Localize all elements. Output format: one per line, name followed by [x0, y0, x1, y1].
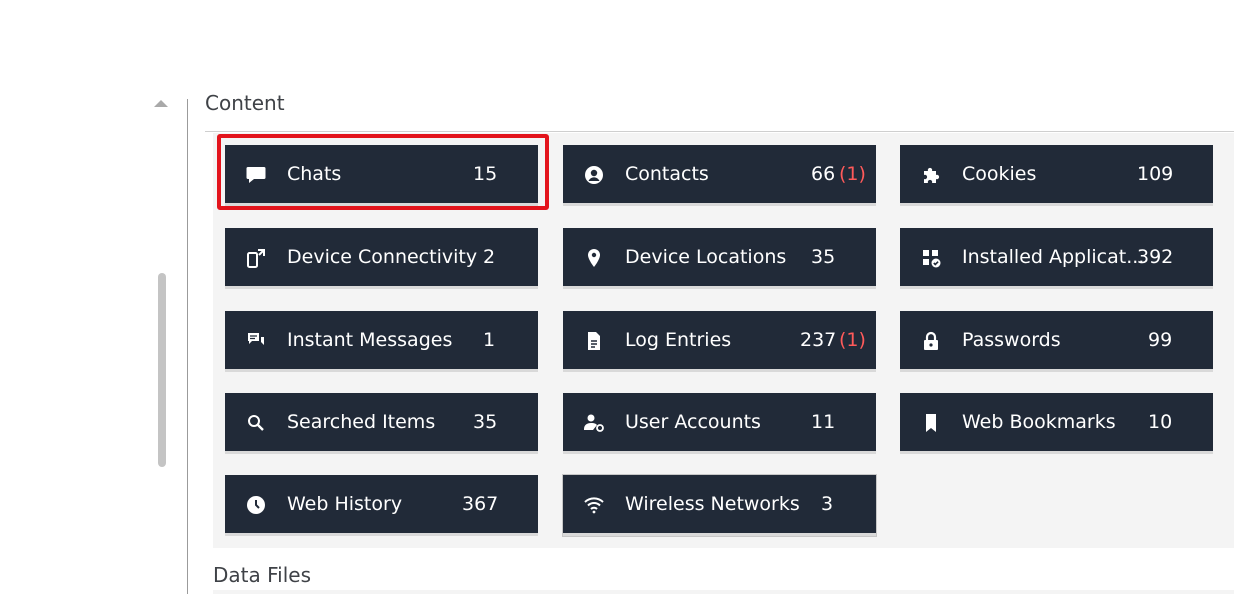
tile-wireless-networks[interactable]: Wireless Networks 3 [562, 474, 877, 537]
tile-web-history[interactable]: Web History 367 [225, 475, 538, 536]
tile-device-locations[interactable]: Device Locations 35 [563, 228, 876, 289]
tile-label: Device Connectivity [287, 246, 478, 268]
tile-count: 109 [1137, 163, 1174, 185]
tile-label: Web History [287, 493, 403, 515]
tile-label: Chats [287, 163, 342, 185]
tile-count: 1 [483, 329, 496, 351]
tile-count: 10 [1148, 411, 1173, 433]
document-icon [583, 330, 605, 352]
tile-log-entries[interactable]: Log Entries 237 (1) [563, 311, 876, 372]
tile-searched-items[interactable]: Searched Items 35 [225, 393, 538, 454]
search-icon [245, 412, 267, 434]
content-tile-panel: Chats 15 Contacts 66 (1) Cookies 109 Dev… [213, 133, 1234, 548]
tile-label: User Accounts [625, 411, 761, 433]
tile-label: Searched Items [287, 411, 436, 433]
wifi-icon [583, 494, 605, 516]
clock-icon [245, 494, 267, 516]
device-connectivity-icon [245, 247, 267, 269]
tile-count: 35 [473, 411, 498, 433]
tile-count: 2 [483, 246, 496, 268]
tile-count: 66 [811, 163, 836, 185]
user-accounts-icon [583, 412, 605, 434]
tile-instant-messages[interactable]: Instant Messages 1 [225, 311, 538, 372]
tile-count: 3 [821, 493, 834, 515]
scrollbar-thumb[interactable] [158, 273, 166, 467]
installed-apps-icon [920, 247, 942, 269]
tile-flag-count: (1) [839, 163, 866, 185]
tile-user-accounts[interactable]: User Accounts 11 [563, 393, 876, 454]
vertical-divider [187, 99, 188, 594]
cookie-puzzle-icon [920, 164, 942, 186]
collapse-arrow-icon[interactable] [154, 100, 168, 107]
contact-icon [583, 164, 605, 186]
tile-label: Passwords [962, 329, 1061, 351]
tile-count: 11 [811, 411, 836, 433]
tile-label: Contacts [625, 163, 709, 185]
tile-web-bookmarks[interactable]: Web Bookmarks 10 [900, 393, 1213, 454]
tile-passwords[interactable]: Passwords 99 [900, 311, 1213, 372]
tile-label: Installed Applicat... [962, 246, 1145, 268]
tile-contacts[interactable]: Contacts 66 (1) [563, 145, 876, 206]
tile-count: 99 [1148, 329, 1173, 351]
tile-label: Instant Messages [287, 329, 453, 351]
section-title-data-files: Data Files [213, 563, 311, 587]
tile-cookies[interactable]: Cookies 109 [900, 145, 1213, 206]
tile-label: Wireless Networks [625, 493, 800, 515]
chat-bubble-icon [245, 164, 267, 186]
tile-count: 392 [1137, 246, 1174, 268]
tile-label: Log Entries [625, 329, 732, 351]
tile-count: 237 [800, 329, 837, 351]
tile-count: 15 [473, 163, 498, 185]
section-rule [205, 131, 1234, 132]
location-pin-icon [583, 247, 605, 269]
tile-count: 35 [811, 246, 836, 268]
tile-device-connectivity[interactable]: Device Connectivity 2 [225, 228, 538, 289]
instant-messages-icon [245, 330, 267, 352]
tile-label: Web Bookmarks [962, 411, 1116, 433]
tile-chats[interactable]: Chats 15 [225, 145, 538, 206]
tile-label: Device Locations [625, 246, 787, 268]
tile-installed-applications[interactable]: Installed Applicat... 392 [900, 228, 1213, 289]
lock-icon [920, 330, 942, 352]
data-files-panel [213, 590, 1234, 594]
section-title-content: Content [205, 91, 285, 115]
tile-label: Cookies [962, 163, 1037, 185]
page: Content Chats 15 Contacts 66 (1) Cookies… [0, 0, 1234, 594]
tile-flag-count: (1) [839, 329, 866, 351]
bookmark-icon [920, 412, 942, 434]
tile-count: 367 [462, 493, 499, 515]
